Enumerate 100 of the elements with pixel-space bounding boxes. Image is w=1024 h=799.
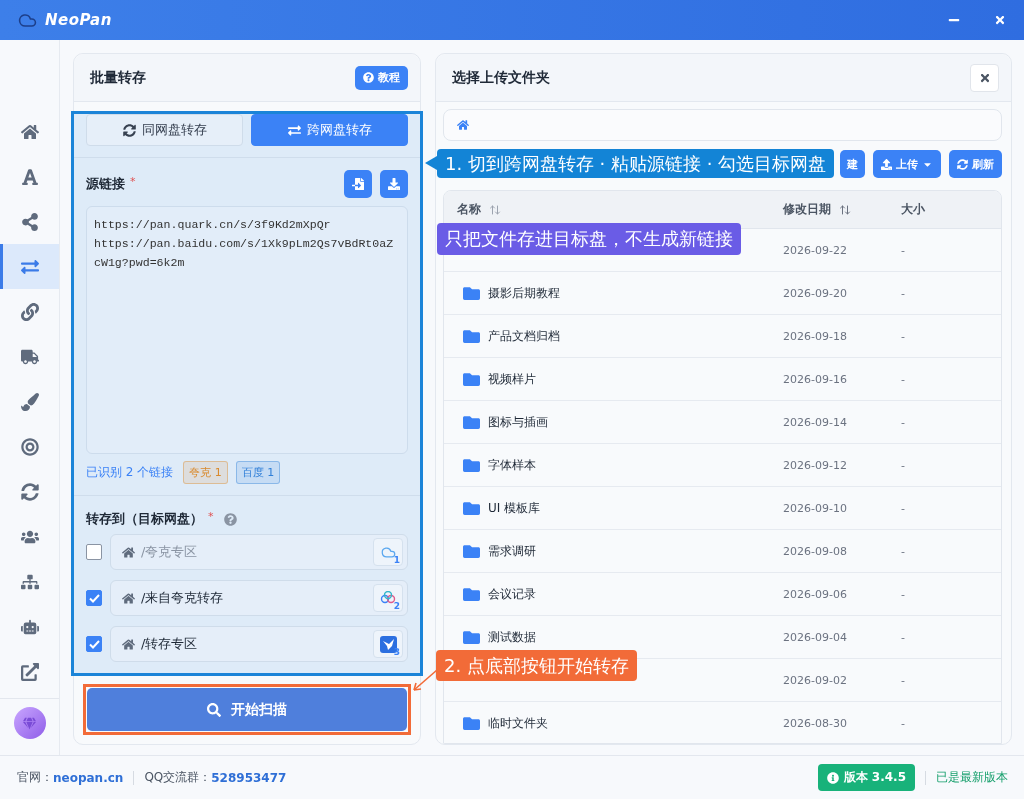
app-title: NeoPan (45, 11, 112, 29)
gem-icon (23, 716, 36, 730)
search-icon (207, 702, 221, 717)
folder-name[interactable]: 摄影后期教程 (488, 284, 560, 302)
folder-name[interactable]: 图标与插画 (488, 413, 548, 431)
toolbar-button[interactable]: 刷新 (949, 150, 1002, 178)
required-mark: * (130, 175, 136, 188)
checkbox[interactable] (86, 590, 102, 606)
link-input-field[interactable]: https://pan.quark.cn/s/3f9Kd2mXpQr https://pan.baidu.com/s/1Xk9pLm2Qs7vBdRt0aZcW1g?pwd=6k2m (86, 206, 408, 454)
swap-arrows-icon (287, 123, 301, 137)
folder-icon (463, 413, 480, 431)
callout-label: 1. 切到跨网盘转存 · 粘贴源链接 · 勾选目标网盘 (437, 149, 835, 178)
size-cell: - (901, 673, 905, 687)
refresh-icon (20, 482, 39, 501)
checkbox[interactable] (86, 636, 102, 652)
recognized-count: 已识别 2 个链接 (86, 464, 174, 481)
mode-tab[interactable]: 同网盘转存 (86, 114, 243, 146)
download-button[interactable] (380, 170, 408, 198)
size-cell: - (901, 587, 905, 601)
folder-name[interactable]: UI 模板库 (488, 499, 541, 517)
folder-icon (463, 499, 480, 517)
site-label: 官网： (17, 769, 53, 786)
site-link[interactable]: neopan.cn (53, 770, 124, 785)
home-icon (122, 591, 135, 605)
size-cell: - (901, 458, 905, 472)
folder-name[interactable]: 需求调研 (488, 542, 536, 560)
help-icon[interactable] (223, 512, 237, 526)
refresh-icon (957, 158, 968, 170)
folder-icon (463, 542, 480, 560)
toolbar-button[interactable]: 建 (840, 150, 865, 178)
start-scan-button[interactable]: 开始扫描 (87, 688, 407, 731)
drive-number: 1 (393, 555, 400, 565)
panel-title: 选择上传文件夹 (452, 68, 550, 87)
external-link-icon (20, 662, 39, 681)
close-icon (978, 71, 991, 84)
folder-path: /来自夸克转存 (141, 589, 225, 607)
folder-name[interactable]: 临时文件夹 (488, 714, 548, 732)
info-icon (826, 771, 839, 784)
folder-name[interactable]: 会议记录 (488, 585, 536, 603)
column-header[interactable]: 大小 (901, 201, 925, 218)
folder-icon (463, 628, 480, 646)
truck-icon (20, 347, 39, 366)
drive-tag: 夸克 1 (183, 461, 228, 484)
folder-name[interactable]: 字体样本 (488, 456, 536, 474)
download-icon (388, 178, 400, 190)
required-mark: * (208, 510, 214, 523)
folder-icon (463, 327, 480, 345)
callout-pointer (425, 156, 437, 170)
folder-icon (463, 585, 480, 603)
panel-title: 批量转存 (90, 68, 146, 87)
size-cell: - (901, 286, 905, 300)
target-folder-row[interactable]: /转存专区 3 (110, 626, 408, 662)
toolbar-button[interactable]: 上传 (873, 150, 941, 178)
upload-icon (881, 158, 892, 170)
date-cell: 2026-09-06 (783, 587, 847, 601)
size-cell: - (901, 372, 905, 386)
group-label: QQ交流群： (144, 769, 212, 786)
date-cell: 2026-09-10 (783, 501, 847, 515)
folder-icon (463, 284, 480, 302)
mode-tab[interactable]: 跨网盘转存 (251, 114, 408, 146)
hierarchy-icon (20, 572, 39, 591)
avatar[interactable] (13, 707, 46, 739)
folder-path: /夸克专区 (141, 543, 199, 561)
date-cell: 2026-09-04 (783, 630, 847, 644)
date-cell: 2026-09-20 (783, 286, 847, 300)
sidebar-item[interactable] (0, 244, 59, 289)
size-cell: - (901, 415, 905, 429)
sync-icon (122, 123, 136, 137)
size-cell: - (901, 501, 905, 515)
tutorial-button[interactable]: 教程 (355, 65, 408, 90)
size-cell: - (901, 544, 905, 558)
font-icon (20, 167, 39, 186)
close-button[interactable] (970, 63, 999, 92)
share-icon (20, 212, 39, 231)
date-cell: 2026-09-12 (783, 458, 847, 472)
size-cell: - (901, 243, 905, 257)
import-button[interactable] (344, 170, 372, 198)
date-cell: 2026-08-30 (783, 716, 847, 730)
cloud-icon (380, 544, 396, 560)
folder-path: /转存专区 (141, 635, 199, 653)
column-header[interactable]: 名称 (457, 201, 481, 218)
field-label: 转存到（目标网盘） (86, 510, 203, 528)
home-icon (122, 637, 135, 651)
target-folder-row[interactable]: /来自夸克转存 2 (110, 580, 408, 616)
callout-label: 只把文件存进目标盘，不生成新链接 (437, 223, 741, 255)
folder-icon (463, 714, 480, 732)
folder-name[interactable]: 测试数据 (488, 628, 536, 646)
close-icon[interactable] (994, 14, 1006, 26)
leader-line (412, 669, 438, 693)
folder-name[interactable]: 产品文档归档 (488, 327, 560, 345)
sort-icon[interactable] (839, 203, 851, 216)
date-cell: 2026-09-08 (783, 544, 847, 558)
home-icon[interactable] (457, 119, 469, 131)
column-header[interactable]: 修改日期 (783, 201, 831, 218)
robot-icon (20, 617, 39, 636)
drive-number: 3 (393, 647, 400, 657)
folder-name[interactable]: 视频样片 (488, 370, 536, 388)
checkbox[interactable] (86, 544, 102, 560)
folder-icon (463, 456, 480, 474)
group-number[interactable]: 528953477 (211, 770, 287, 785)
